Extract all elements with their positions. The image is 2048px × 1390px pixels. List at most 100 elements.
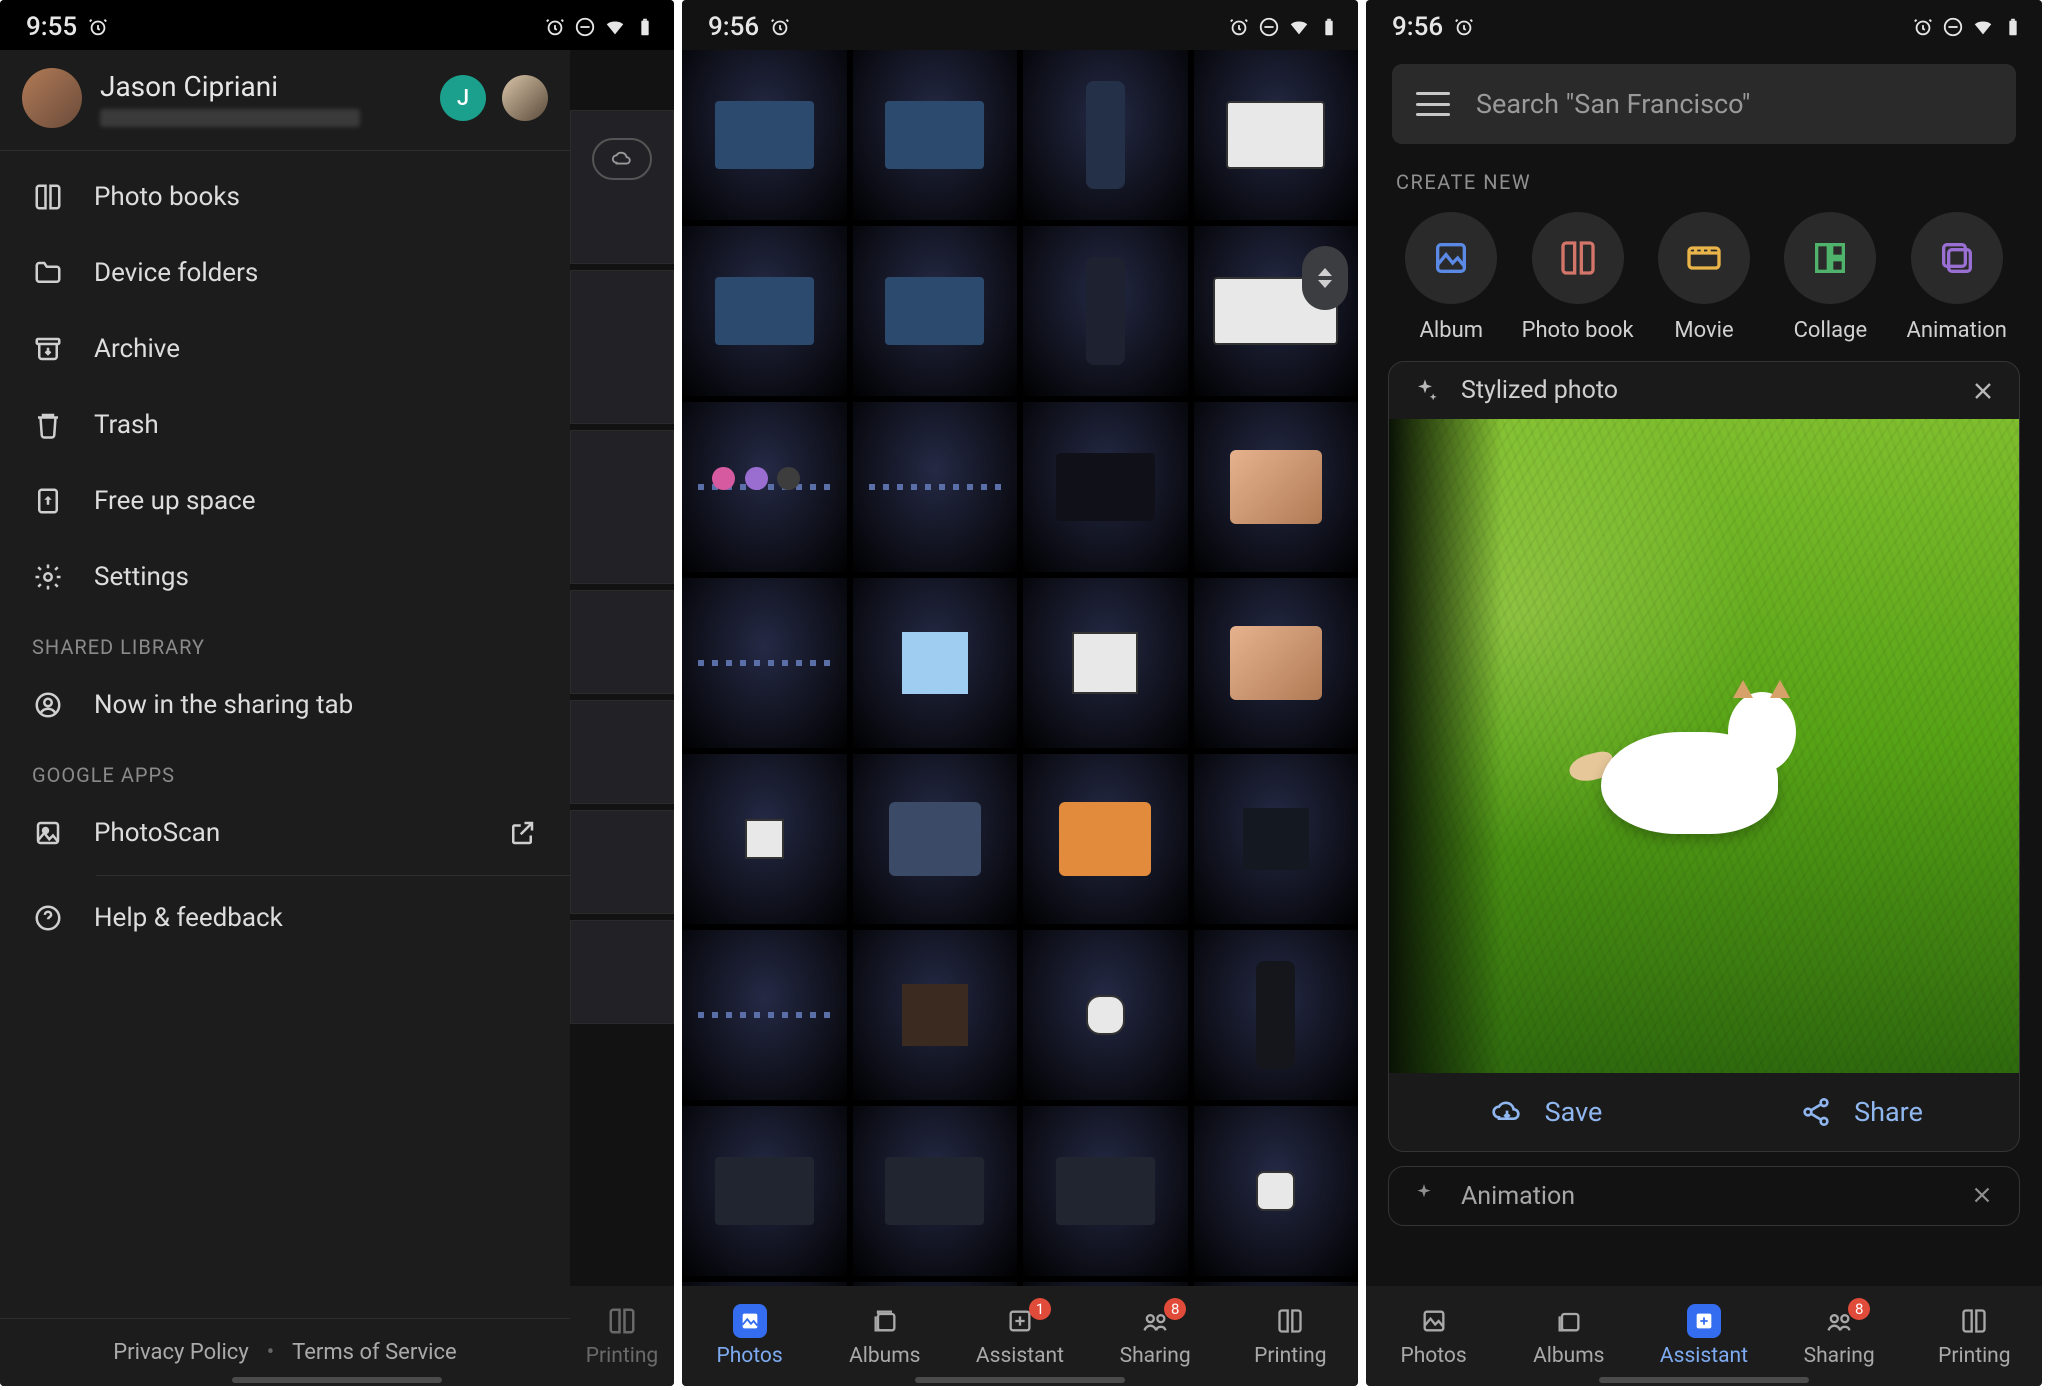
photo-thumb[interactable] — [853, 402, 1018, 572]
dnd-icon — [1942, 16, 1964, 38]
account-switch-1[interactable]: J — [440, 75, 486, 121]
section-header-shared: SHARED LIBRARY — [0, 615, 570, 667]
drawer-item-trash[interactable]: Trash — [0, 387, 570, 463]
save-button[interactable]: Save — [1389, 1073, 1704, 1151]
drawer-item-settings[interactable]: Settings — [0, 539, 570, 615]
create-animation[interactable]: Animation — [1897, 212, 2016, 343]
assistant-icon — [1687, 1304, 1721, 1338]
photo-thumb[interactable] — [682, 1106, 847, 1276]
assistant-icon: 1 — [1003, 1304, 1037, 1338]
drawer-item-free-up-space[interactable]: Free up space — [0, 463, 570, 539]
photo-thumb[interactable] — [1194, 578, 1359, 748]
badge: 8 — [1164, 1298, 1186, 1320]
photo-thumb[interactable] — [853, 578, 1018, 748]
stylized-photo-preview[interactable] — [1389, 419, 2019, 1073]
folder-icon — [32, 257, 64, 289]
avatar[interactable] — [22, 68, 82, 128]
photo-thumb[interactable] — [1023, 578, 1188, 748]
photo-thumb[interactable] — [682, 754, 847, 924]
book-icon — [32, 181, 64, 213]
gesture-handle[interactable] — [915, 1377, 1125, 1383]
create-collage[interactable]: Collage — [1771, 212, 1890, 343]
photo-thumb[interactable] — [1194, 50, 1359, 220]
create-photo-book[interactable]: Photo book — [1518, 212, 1637, 343]
photo-thumb[interactable] — [682, 578, 847, 748]
photo-thumb[interactable] — [1194, 402, 1359, 572]
photo-thumb[interactable] — [1194, 1106, 1359, 1276]
photo-thumb[interactable] — [1194, 754, 1359, 924]
drawer-item-sharing-tab[interactable]: Now in the sharing tab — [0, 667, 570, 743]
printing-icon — [1273, 1304, 1307, 1338]
close-icon[interactable] — [1969, 377, 1997, 405]
badge: 1 — [1029, 1298, 1051, 1320]
photo-thumb[interactable] — [682, 930, 847, 1100]
stylized-photo-card: Stylized photo Save Share — [1388, 361, 2020, 1152]
close-icon[interactable] — [1969, 1182, 1997, 1210]
nav-printing[interactable]: Printing — [570, 1304, 674, 1368]
photo-thumb[interactable] — [853, 754, 1018, 924]
status-bar: 9:56 — [682, 0, 1358, 50]
wifi-icon — [604, 16, 626, 38]
gesture-handle[interactable] — [1599, 1377, 1809, 1383]
free-space-icon — [32, 485, 64, 517]
drawer-item-photo-books[interactable]: Photo books — [0, 159, 570, 235]
screenshot-drawer: 9:55 Jason Cipriani J — [0, 0, 674, 1386]
search-bar[interactable]: Search "San Francisco" — [1392, 64, 2016, 144]
nav-printing[interactable]: Printing — [1907, 1304, 2042, 1368]
drawer-item-archive[interactable]: Archive — [0, 311, 570, 387]
drawer-footer: Privacy Policy • Terms of Service — [0, 1318, 570, 1386]
status-bar: 9:56 — [1366, 0, 2042, 50]
photo-thumb[interactable] — [1023, 226, 1188, 396]
sparkle-icon — [1411, 1182, 1439, 1210]
terms-link[interactable]: Terms of Service — [292, 1340, 457, 1365]
fast-scroller[interactable] — [1302, 246, 1348, 310]
nav-printing[interactable]: Printing — [1223, 1304, 1358, 1368]
drawer-item-help[interactable]: Help & feedback — [0, 880, 570, 956]
photo-thumb[interactable] — [682, 50, 847, 220]
photo-thumb[interactable] — [1023, 50, 1188, 220]
photo-thumb[interactable] — [1023, 930, 1188, 1100]
nav-albums[interactable]: Albums — [1501, 1304, 1636, 1368]
account-header[interactable]: Jason Cipriani J — [0, 50, 570, 150]
nav-photos[interactable]: Photos — [1366, 1304, 1501, 1368]
photo-thumb[interactable] — [682, 402, 847, 572]
photo-thumb[interactable] — [1023, 754, 1188, 924]
screenshot-photos: 9:56 — [682, 0, 1358, 1386]
photo-thumb[interactable] — [853, 1106, 1018, 1276]
drawer-item-photoscan[interactable]: PhotoScan — [0, 795, 570, 871]
bottom-nav: Photos Albums Assistant 8 Sharing Printi… — [1366, 1286, 2042, 1386]
trash-icon — [32, 409, 64, 441]
drawer-item-device-folders[interactable]: Device folders — [0, 235, 570, 311]
navigation-drawer: Jason Cipriani J Photo books Device fold… — [0, 50, 570, 1386]
photo-thumb[interactable] — [1023, 1106, 1188, 1276]
external-link-icon — [506, 817, 538, 849]
nav-assistant[interactable]: Assistant — [1636, 1304, 1771, 1368]
account-switch-2[interactable] — [502, 75, 548, 121]
nav-assistant[interactable]: 1 Assistant — [952, 1304, 1087, 1368]
photo-grid[interactable] — [682, 50, 1358, 1286]
albums-icon — [1552, 1304, 1586, 1338]
animation-card-peek[interactable]: Animation — [1388, 1166, 2020, 1226]
photoscan-icon — [32, 817, 64, 849]
nav-photos[interactable]: Photos — [682, 1304, 817, 1368]
privacy-link[interactable]: Privacy Policy — [113, 1340, 248, 1365]
photo-thumb[interactable] — [853, 226, 1018, 396]
gesture-handle[interactable] — [232, 1377, 442, 1383]
photo-thumb[interactable] — [853, 50, 1018, 220]
nav-sharing[interactable]: 8 Sharing — [1088, 1304, 1223, 1368]
nav-sharing[interactable]: 8 Sharing — [1772, 1304, 1907, 1368]
photo-thumb[interactable] — [1194, 930, 1359, 1100]
dnd-icon — [574, 16, 596, 38]
create-movie[interactable]: Movie — [1645, 212, 1764, 343]
create-album[interactable]: Album — [1392, 212, 1511, 343]
backup-status-icon[interactable] — [592, 138, 652, 180]
photo-thumb[interactable] — [1023, 402, 1188, 572]
badge: 8 — [1848, 1298, 1870, 1320]
albums-icon — [868, 1304, 902, 1338]
nav-albums[interactable]: Albums — [817, 1304, 952, 1368]
photo-thumb[interactable] — [682, 226, 847, 396]
share-button[interactable]: Share — [1704, 1073, 2019, 1151]
menu-icon[interactable] — [1416, 92, 1450, 116]
sparkle-icon — [1411, 377, 1439, 405]
photo-thumb[interactable] — [853, 930, 1018, 1100]
